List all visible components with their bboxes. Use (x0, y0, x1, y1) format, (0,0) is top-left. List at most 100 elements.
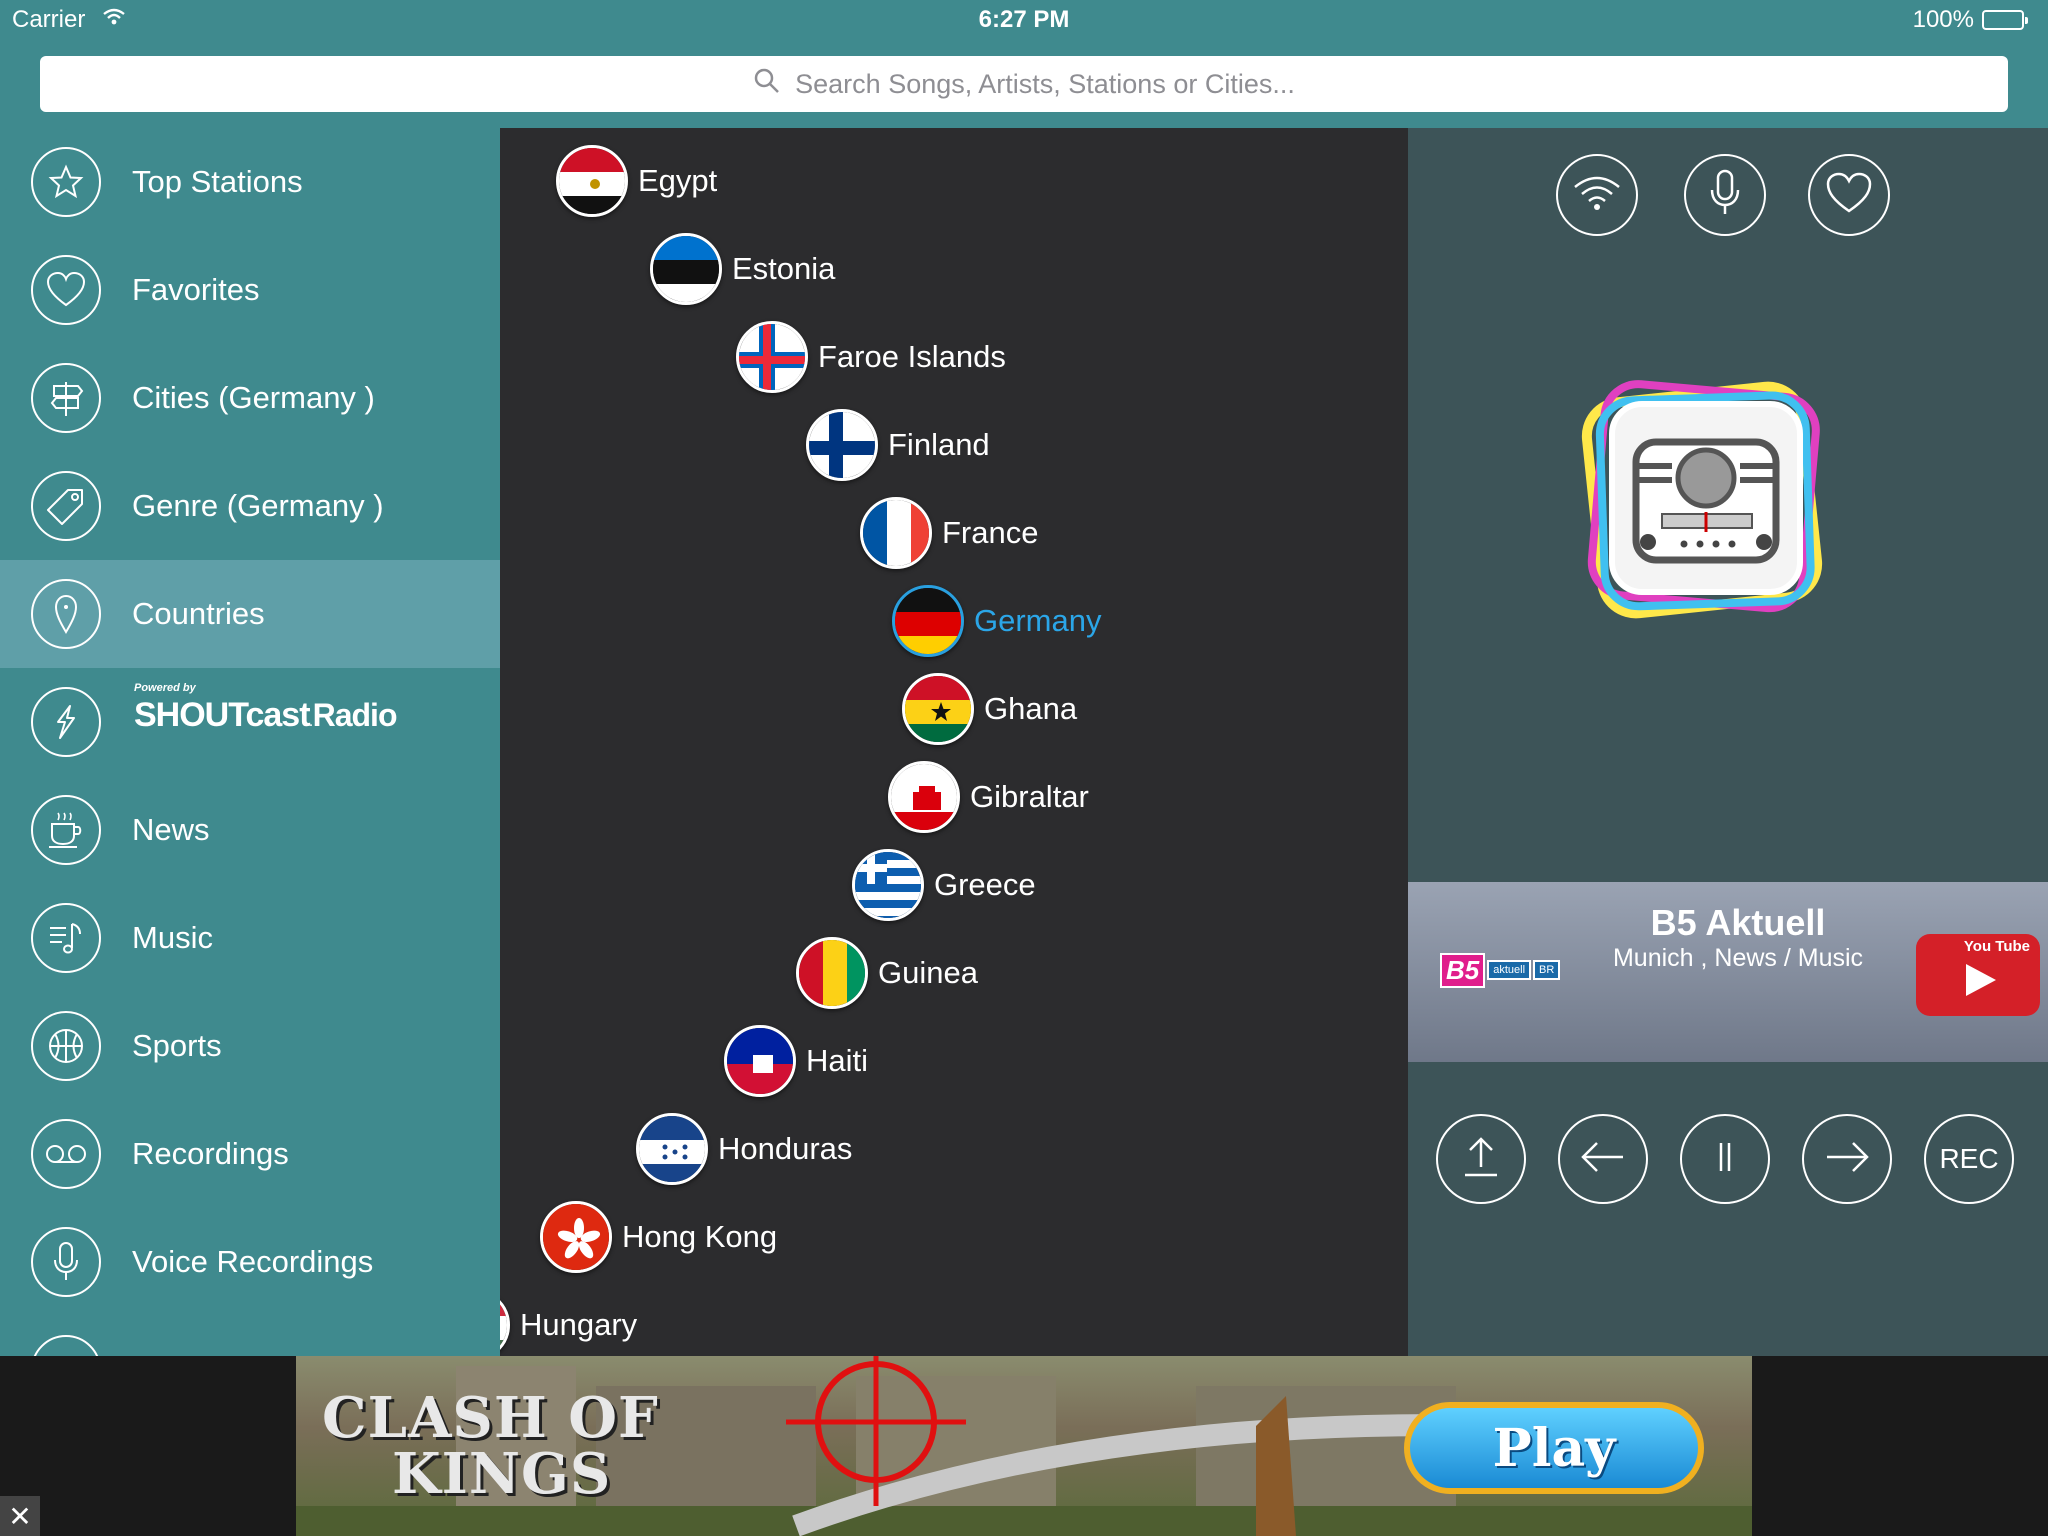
tag-icon (31, 471, 101, 541)
upload-icon (1461, 1135, 1501, 1184)
microphone-icon (31, 1227, 101, 1297)
list-item-gibraltar[interactable]: Gibraltar (888, 760, 1089, 834)
estonia-flag-icon (650, 233, 722, 305)
country-label: Hungary (520, 1307, 638, 1342)
sidebar-item-shoutcast[interactable]: Powered by SHOUTcast.Radio (0, 668, 500, 776)
next-button[interactable] (1802, 1114, 1892, 1204)
country-list[interactable]: Egypt Estonia Faroe Islands Finland Fran… (500, 128, 1408, 1356)
country-label: Ghana (984, 691, 1078, 726)
hong-kong-flag-icon (540, 1201, 612, 1273)
finland-flag-icon (806, 409, 878, 481)
youtube-button[interactable]: You Tube (1916, 934, 2040, 1016)
microphone-button[interactable] (1684, 154, 1766, 236)
settings-icon (31, 1335, 101, 1356)
wifi-button[interactable] (1556, 154, 1638, 236)
list-item-egypt[interactable]: Egypt (556, 144, 717, 218)
list-item-haiti[interactable]: Haiti (724, 1024, 868, 1098)
country-label: Hong Kong (622, 1219, 778, 1254)
country-label: Gibraltar (970, 779, 1089, 814)
sidebar-item-top-stations[interactable]: Top Stations (0, 128, 500, 236)
voicemail-icon (31, 1119, 101, 1189)
station-subtitle: Munich , News / Music (1612, 944, 1864, 972)
list-item-greece[interactable]: Greece (852, 848, 1036, 922)
list-item-honduras[interactable]: Honduras (636, 1112, 852, 1186)
sidebar-item-voice-recordings[interactable]: Voice Recordings (0, 1208, 500, 1316)
sidebar: Top Stations Favorites Cities (Germany )… (0, 128, 500, 1356)
station-logo: B5 aktuell BR (1440, 952, 1561, 988)
country-label: Faroe Islands (818, 339, 1006, 374)
sidebar-item-label: Genre (Germany ) (132, 488, 384, 523)
country-label: Finland (888, 427, 990, 462)
search-placeholder: Search Songs, Artists, Stations or Citie… (795, 68, 1295, 99)
shoutcast-logo: Powered by SHOUTcast.Radio (134, 682, 397, 734)
ad-title-line2: KINGS (392, 1441, 612, 1507)
hungary-flag-icon (500, 1289, 510, 1356)
list-item-ghana[interactable]: Ghana (902, 672, 1077, 746)
sidebar-item-label: News (132, 812, 210, 847)
signpost-icon (31, 363, 101, 433)
country-label: Greece (934, 867, 1036, 902)
station-name: B5 Aktuell (1650, 902, 1826, 943)
sidebar-item-genre[interactable]: Genre (Germany ) (0, 452, 500, 560)
sidebar-item-label: Countries (132, 596, 265, 631)
country-label: Guinea (878, 955, 978, 990)
list-item-finland[interactable]: Finland (806, 408, 990, 482)
battery-percent: 100% (1912, 6, 1974, 33)
arrow-left-icon (1579, 1141, 1627, 1178)
ad-play-button[interactable]: Play (1404, 1402, 1704, 1494)
sidebar-item-label: Favorites (132, 272, 260, 307)
youtube-label: You Tube (1963, 938, 2030, 955)
sidebar-item-label: Recordings (132, 1136, 289, 1171)
play-triangle-icon (1960, 960, 2000, 1005)
pause-icon (1715, 1139, 1735, 1180)
record-button[interactable]: REC (1924, 1114, 2014, 1204)
pause-button[interactable] (1680, 1114, 1770, 1204)
sidebar-item-countries[interactable]: Countries (0, 560, 500, 668)
sidebar-item-label: Sports (132, 1028, 222, 1063)
star-icon (31, 147, 101, 217)
greece-flag-icon (852, 849, 924, 921)
list-item-guinea[interactable]: Guinea (796, 936, 978, 1010)
basketball-icon (31, 1011, 101, 1081)
honduras-flag-icon (636, 1113, 708, 1185)
previous-button[interactable] (1558, 1114, 1648, 1204)
list-item-estonia[interactable]: Estonia (650, 232, 835, 306)
search-icon (753, 67, 781, 102)
country-label: Egypt (638, 163, 718, 198)
list-item-faroe-islands[interactable]: Faroe Islands (736, 320, 1006, 394)
music-list-icon (31, 903, 101, 973)
sidebar-item-cities[interactable]: Cities (Germany ) (0, 344, 500, 452)
france-flag-icon (860, 497, 932, 569)
egypt-flag-icon (556, 145, 628, 217)
list-item-france[interactable]: France (860, 496, 1038, 570)
sidebar-item-favorites[interactable]: Favorites (0, 236, 500, 344)
sidebar-item-music[interactable]: Music (0, 884, 500, 992)
gibraltar-flag-icon (888, 761, 960, 833)
sidebar-item-label: Voice Recordings (132, 1244, 374, 1279)
country-label: France (942, 515, 1039, 550)
search-input[interactable]: Search Songs, Artists, Stations or Citie… (40, 56, 2008, 112)
coffee-cup-icon (31, 795, 101, 865)
now-playing-card[interactable]: B5 aktuell BR B5 Aktuell Munich , News /… (1408, 882, 2048, 1062)
sidebar-item-more[interactable] (0, 1316, 500, 1356)
guinea-flag-icon (796, 937, 868, 1009)
share-button[interactable] (1436, 1114, 1526, 1204)
list-item-hong-kong[interactable]: Hong Kong (540, 1200, 777, 1274)
sidebar-item-recordings[interactable]: Recordings (0, 1100, 500, 1208)
record-label: REC (1939, 1143, 1999, 1174)
favorite-button[interactable] (1808, 154, 1890, 236)
shoutcast-icon (31, 687, 101, 757)
battery-icon (1982, 10, 2028, 30)
ad-game-title: CLASH OF KINGS (322, 1390, 659, 1502)
ad-banner-container: CLASH OF KINGS Play ✕ (0, 1356, 2048, 1536)
country-label-selected: Germany (974, 603, 1102, 638)
ad-close-button[interactable]: ✕ (0, 1496, 40, 1536)
sidebar-item-sports[interactable]: Sports (0, 992, 500, 1100)
sidebar-item-news[interactable]: News (0, 776, 500, 884)
ad-title-line1: CLASH OF (322, 1385, 659, 1451)
faroe-islands-flag-icon (736, 321, 808, 393)
ad-banner[interactable]: CLASH OF KINGS Play (296, 1356, 1752, 1536)
status-bar: Carrier 6:27 PM 100% (0, 0, 2048, 40)
list-item-germany[interactable]: Germany (892, 584, 1101, 658)
list-item-hungary[interactable]: Hungary (500, 1288, 637, 1356)
